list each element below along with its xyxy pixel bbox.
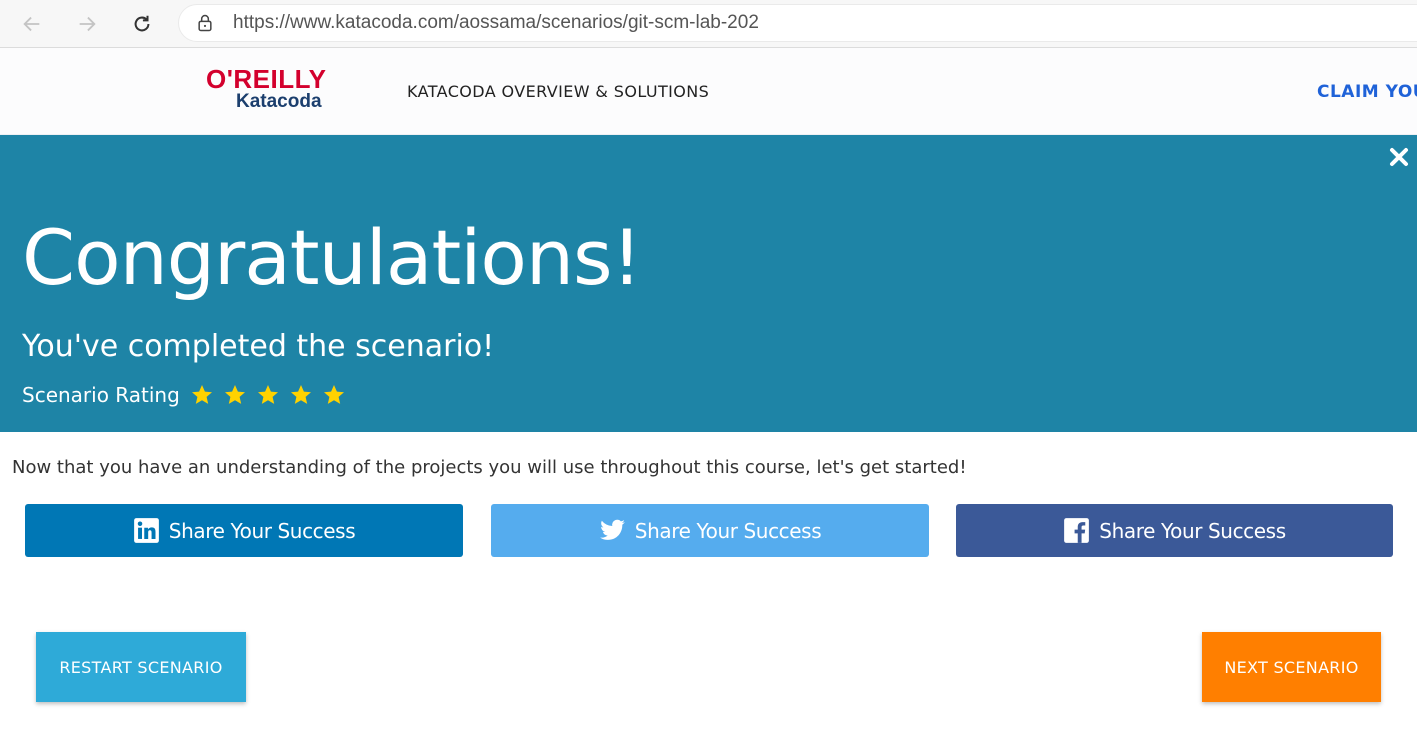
restart-scenario-label: RESTART SCENARIO — [59, 657, 223, 677]
completed-subtitle: You've completed the scenario! — [22, 329, 495, 364]
logo-oreilly-text: O'REILLY — [206, 64, 327, 94]
lock-icon — [195, 12, 217, 34]
reload-icon — [134, 15, 150, 32]
next-scenario-button[interactable]: NEXT SCENARIO — [1202, 632, 1381, 702]
star-icon[interactable] — [190, 383, 214, 407]
browser-toolbar: https://www.katacoda.com/aossama/scenari… — [0, 0, 1417, 48]
arrow-left-icon — [23, 16, 40, 32]
logo-katacoda-text: Katacoda — [236, 91, 322, 112]
next-scenario-label: NEXT SCENARIO — [1224, 657, 1359, 677]
share-linkedin-button[interactable]: Share Your Success — [25, 504, 463, 557]
star-icon[interactable] — [256, 383, 280, 407]
address-bar[interactable]: https://www.katacoda.com/aossama/scenari… — [178, 4, 1417, 42]
arrow-right-icon — [79, 16, 96, 32]
forward-button[interactable] — [71, 8, 103, 40]
share-facebook-button[interactable]: Share Your Success — [956, 504, 1393, 557]
rating-label: Scenario Rating — [22, 383, 180, 407]
star-icon[interactable] — [322, 383, 346, 407]
twitter-icon — [599, 519, 625, 540]
congratulations-banner: Congratulations! You've completed the sc… — [0, 135, 1417, 432]
share-twitter-label: Share Your Success — [634, 518, 822, 543]
site-header: O'REILLY Katacoda KATACODA OVERVIEW & SO… — [0, 48, 1417, 135]
rating-stars[interactable] — [190, 383, 355, 407]
nav-overview-solutions[interactable]: KATACODA OVERVIEW & SOLUTIONS — [407, 82, 709, 101]
star-icon[interactable] — [223, 383, 247, 407]
lead-text: Now that you have an understanding of th… — [12, 457, 967, 478]
close-icon[interactable] — [1387, 145, 1411, 169]
url-text: https://www.katacoda.com/aossama/scenari… — [233, 12, 759, 33]
share-linkedin-label: Share Your Success — [168, 518, 356, 543]
restart-scenario-button[interactable]: RESTART SCENARIO — [36, 632, 246, 702]
reload-button[interactable] — [126, 8, 158, 40]
back-button[interactable] — [16, 8, 48, 40]
linkedin-icon — [133, 518, 159, 543]
star-icon[interactable] — [289, 383, 313, 407]
congratulations-title: Congratulations! — [22, 213, 642, 302]
share-facebook-label: Share Your Success — [1099, 518, 1286, 543]
share-twitter-button[interactable]: Share Your Success — [491, 504, 929, 557]
scenario-rating: Scenario Rating — [22, 383, 355, 407]
facebook-icon — [1064, 518, 1090, 543]
oreilly-katacoda-logo[interactable]: O'REILLY Katacoda — [206, 66, 348, 116]
claim-link[interactable]: CLAIM YOU — [1317, 82, 1417, 102]
